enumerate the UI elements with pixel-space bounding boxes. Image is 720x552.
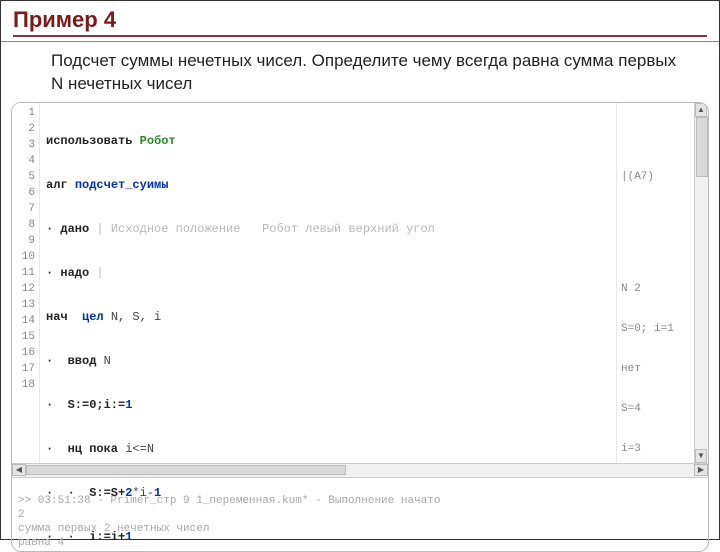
slide: Пример 4 Подсчет суммы нечетных чисел. О…	[0, 0, 720, 540]
values-panel: |(A7) N 2 S=0; i=1 нет S=4 i=3	[616, 103, 694, 463]
vertical-scrollbar[interactable]: ▲ ▼	[694, 103, 708, 463]
code-body[interactable]: использовать Робот алг подсчет_суимы · д…	[40, 103, 616, 463]
slide-subtitle: Подсчет суммы нечетных чисел. Определите…	[1, 42, 719, 102]
scroll-left-icon[interactable]: ◀	[12, 464, 26, 476]
notebook-frame: 123 456 789 101112 131415 161718 использ…	[11, 102, 709, 552]
line-gutter: 123 456 789 101112 131415 161718	[12, 103, 40, 463]
scroll-thumb[interactable]	[696, 117, 708, 177]
hscroll-thumb[interactable]	[26, 465, 346, 475]
horizontal-scrollbar[interactable]: ◀ ▶	[12, 463, 708, 477]
title-area: Пример 4	[1, 1, 719, 42]
code-editor[interactable]: 123 456 789 101112 131415 161718 использ…	[12, 103, 708, 463]
scroll-up-icon[interactable]: ▲	[695, 103, 707, 117]
title-underline	[13, 35, 707, 37]
slide-title: Пример 4	[13, 7, 707, 33]
scroll-right-icon[interactable]: ▶	[694, 464, 708, 476]
scroll-down-icon[interactable]: ▼	[695, 449, 707, 463]
